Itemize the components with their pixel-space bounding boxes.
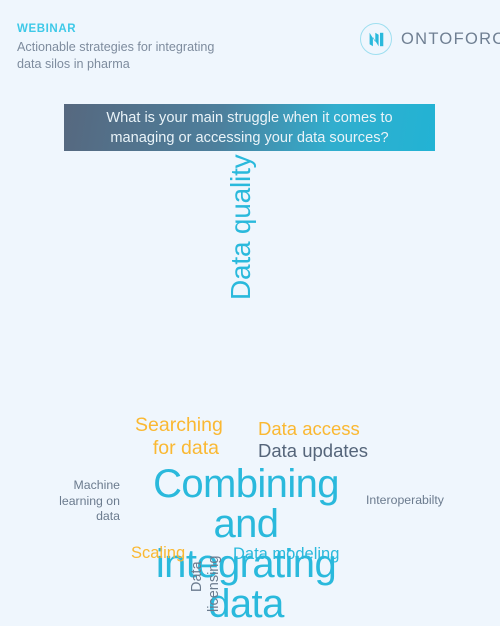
word-interoperability: Interoperabilty <box>366 493 444 507</box>
header-text-block: WEBINAR Actionable strategies for integr… <box>17 22 317 72</box>
word-data-modeling: Data modeling <box>233 545 340 563</box>
poll-question-text: What is your main struggle when it comes… <box>106 109 393 146</box>
word-searching-for-data: Searching for data <box>135 414 223 459</box>
logo-circle-badge <box>360 23 392 55</box>
word-data-licensing-line1: Data <box>189 561 205 592</box>
word-data-updates: Data updates <box>258 440 369 461</box>
poll-question-banner: What is your main struggle when it comes… <box>64 104 435 151</box>
slide-header: WEBINAR Actionable strategies for integr… <box>0 0 500 96</box>
word-data-quality: Data quality <box>225 154 256 300</box>
webinar-slide: WEBINAR Actionable strategies for integr… <box>0 0 500 624</box>
word-data-access: Data access <box>258 418 360 439</box>
ontoforce-logo: ONTOFORCE <box>360 23 500 55</box>
poll-results-word-cloud: Data quality Searching for data Data acc… <box>0 155 500 624</box>
webinar-subtitle: Actionable strategies for integrating da… <box>17 40 215 71</box>
word-machine-learning-on-data: Machine learning on data <box>59 478 120 523</box>
word-scaling: Scaling <box>131 544 186 562</box>
word-data-licensing-line2: licensing <box>206 555 222 612</box>
ontoforce-monogram-icon <box>369 32 383 46</box>
webinar-eyebrow-label: WEBINAR <box>17 23 77 35</box>
logo-wordmark: ONTOFORCE <box>401 29 500 48</box>
